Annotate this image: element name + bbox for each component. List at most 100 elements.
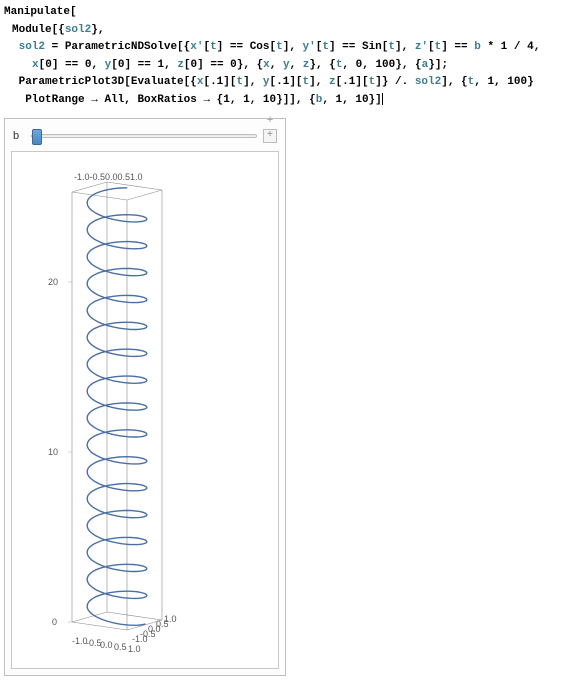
- txt: }]], {: [276, 94, 316, 106]
- txt: ,: [270, 59, 283, 71]
- var-t3: t: [322, 41, 329, 53]
- txt: ,: [322, 94, 335, 106]
- opt-boxratios: BoxRatios: [137, 94, 196, 106]
- var-t4: t: [388, 41, 395, 53]
- txt: [: [124, 76, 131, 88]
- slider-expand-button[interactable]: +: [263, 129, 277, 143]
- txt: [: [428, 41, 435, 53]
- panel-plus-icon[interactable]: +: [263, 115, 277, 129]
- txt: }]: [369, 94, 382, 106]
- txt: ],: [243, 76, 263, 88]
- slider-thumb[interactable]: [32, 129, 42, 145]
- manipulate-panel: + b +: [4, 118, 286, 676]
- txt: }, {: [395, 59, 421, 71]
- x-axis-bottom: -1.0 -0.5 0.0 0.5 1.0: [72, 636, 141, 654]
- text-cursor: [382, 93, 383, 105]
- code-line-5: ParametricPlot3D[Evaluate[{x[.1][t], y[.…: [4, 74, 557, 92]
- txt: ,: [91, 59, 104, 71]
- txt: ,: [230, 94, 243, 106]
- plot-svg: 0 10 20 -1.0-0.50.00.51.0 -1.0 -0.5 0.0 …: [12, 152, 279, 669]
- txt: [{: [177, 41, 190, 53]
- var-sol2: sol2: [65, 24, 91, 36]
- bracket: [: [70, 6, 77, 18]
- var-sol2c: sol2: [415, 76, 441, 88]
- txt: ], {: [441, 76, 467, 88]
- code-line-4: x[0] == 0, y[0] == 1, z[0] == 0}, {x, y,…: [4, 57, 557, 75]
- txt: ,: [250, 94, 263, 106]
- txt: }];: [428, 59, 448, 71]
- code-line-3: sol2 = ParametricNDSolve[{x'[t] == Cos[t…: [4, 39, 557, 57]
- code-cell[interactable]: Manipulate[ Module[{sol2}, sol2 = Parame…: [4, 4, 557, 110]
- num-frac: 1 / 4: [501, 41, 534, 53]
- slider-track[interactable]: [31, 134, 257, 138]
- txt: ],: [283, 41, 303, 53]
- var-z5: z: [329, 76, 336, 88]
- code-line-1: Manipulate[: [4, 4, 557, 22]
- br3: 10: [263, 94, 276, 106]
- txt: }, {: [237, 59, 263, 71]
- n100b: 100: [507, 76, 527, 88]
- var-z0: z: [177, 59, 184, 71]
- txt: ,: [342, 94, 355, 106]
- var-zp: z': [415, 41, 428, 53]
- txt: },: [91, 24, 104, 36]
- fn-pndsolve: ParametricNDSolve: [65, 41, 177, 53]
- txt: ][: [223, 76, 236, 88]
- txt: ,: [534, 41, 541, 53]
- fn-sin: Sin: [362, 41, 382, 53]
- txt: ,: [124, 94, 137, 106]
- code-line-6: PlotRange → All, BoxRatios → {1, 1, 10}]…: [4, 92, 557, 110]
- txt: [{: [184, 76, 197, 88]
- np1a: .1: [210, 76, 223, 88]
- txt: ][: [289, 76, 302, 88]
- svg-text:0.5: 0.5: [114, 642, 127, 652]
- top-ticks: -1.0-0.50.00.51.0: [74, 172, 143, 182]
- txt: ] ==: [329, 41, 362, 53]
- n100: 100: [375, 59, 395, 71]
- n0a: 0: [45, 59, 52, 71]
- fn-module: Module: [12, 24, 52, 36]
- op-repl: /.: [395, 76, 408, 88]
- n0e: 0: [230, 59, 237, 71]
- var-t1: t: [210, 41, 217, 53]
- val-all: All: [104, 94, 124, 106]
- txt: =: [45, 41, 65, 53]
- np1c: .1: [342, 76, 355, 88]
- br2: 1: [243, 94, 250, 106]
- var-b: b: [474, 41, 481, 53]
- txt: ] ==: [217, 41, 250, 53]
- txt: ]}: [375, 76, 395, 88]
- txt: ,: [342, 59, 355, 71]
- var-yy: y: [283, 59, 290, 71]
- txt: ],: [395, 41, 415, 53]
- b10: 10: [355, 94, 368, 106]
- txt: ] ==: [441, 41, 474, 53]
- txt: →: [85, 94, 105, 106]
- txt: ,: [474, 76, 487, 88]
- txt: ,: [494, 76, 507, 88]
- z-axis: 0 10 20: [48, 277, 72, 627]
- slider[interactable]: +: [31, 129, 277, 143]
- slider-row: + b +: [11, 125, 279, 151]
- txt: [: [111, 59, 118, 71]
- np1b: .1: [276, 76, 289, 88]
- txt: ] ==: [52, 59, 85, 71]
- txt: ,: [362, 59, 375, 71]
- fn-cos: Cos: [250, 41, 270, 53]
- plot-3d[interactable]: 0 10 20 -1.0-0.50.00.51.0 -1.0 -0.5 0.0 …: [11, 151, 279, 669]
- z-tick-10: 10: [48, 447, 58, 457]
- opt-plotrange: PlotRange: [25, 94, 84, 106]
- br1: 1: [223, 94, 230, 106]
- z-tick-20: 20: [48, 277, 58, 287]
- txt: [: [184, 59, 191, 71]
- txt: ] ==: [197, 59, 230, 71]
- z-tick-0: 0: [52, 617, 57, 627]
- var-t2: t: [276, 41, 283, 53]
- txt: ,: [164, 59, 177, 71]
- var-sol2b: sol2: [19, 41, 45, 53]
- fn-eval: Evaluate: [131, 76, 184, 88]
- txt: ],: [309, 76, 329, 88]
- y-axis-bottom: -1.0 -0.5 0.0 0.5 1.0: [132, 614, 177, 644]
- code-line-2: Module[{sol2},: [4, 22, 557, 40]
- var-yp: y': [303, 41, 316, 53]
